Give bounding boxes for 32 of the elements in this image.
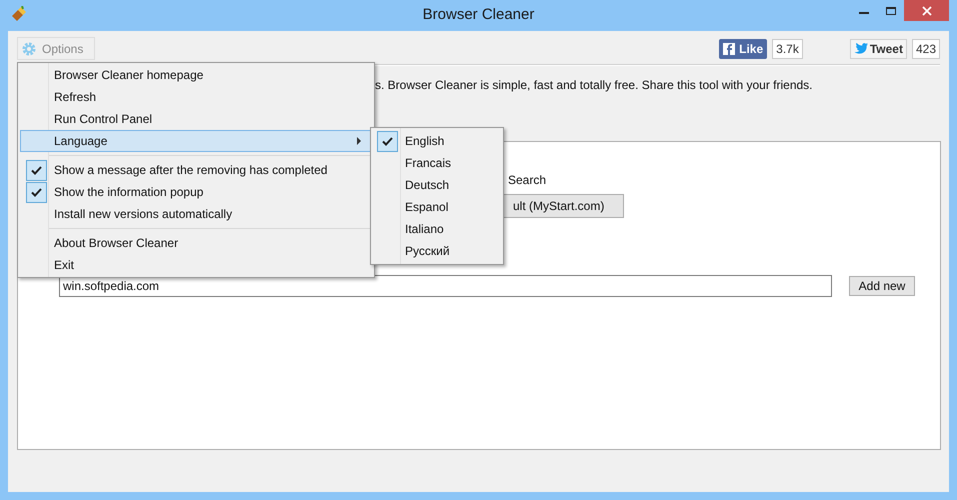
menu-item[interactable]: Install new versions automatically [20,203,372,225]
bird-icon [854,43,868,54]
like-button[interactable]: Like [719,38,768,58]
close-icon [922,6,932,16]
search-label: Search [508,173,546,187]
checkmark-icon [382,136,392,146]
menu-item[interactable]: About Browser Cleaner [20,232,372,254]
language-option[interactable]: Русский [373,240,501,262]
menu-item[interactable]: Show the information popup [20,181,372,203]
language-option[interactable]: Francais [373,152,501,174]
submenu-arrow-icon [357,137,361,145]
gear-icon [22,42,36,56]
description-text: s. Browser Cleaner is simple, fast and totally free. Share this tool with your friends. [375,78,813,92]
checkmark-icon [30,188,42,196]
menu-item[interactable]: Run Control Panel [20,108,372,130]
menu-item[interactable]: Exit [20,254,372,276]
menu-item[interactable]: Show a message after the removing has completed [20,159,372,181]
tweet-button[interactable]: Tweet [850,38,907,58]
menu-item[interactable]: Browser Cleaner homepage [20,64,372,86]
add-new-button[interactable]: Add new [849,276,915,296]
checkmark-icon [30,166,42,174]
menu-item[interactable]: Refresh [20,86,372,108]
tweet-count: 423 [912,38,940,58]
url-input-field[interactable]: win.softpedia.com [59,275,832,297]
language-option[interactable]: Italiano [373,218,501,240]
close-button[interactable] [904,0,949,21]
language-option[interactable]: Deutsch [373,174,501,196]
facebook-icon [723,42,736,54]
language-option[interactable]: English [373,130,501,152]
window-title: Browser Cleaner [422,5,534,26]
menu-item[interactable]: Language [20,130,372,152]
like-count: 3.7k [772,38,803,58]
